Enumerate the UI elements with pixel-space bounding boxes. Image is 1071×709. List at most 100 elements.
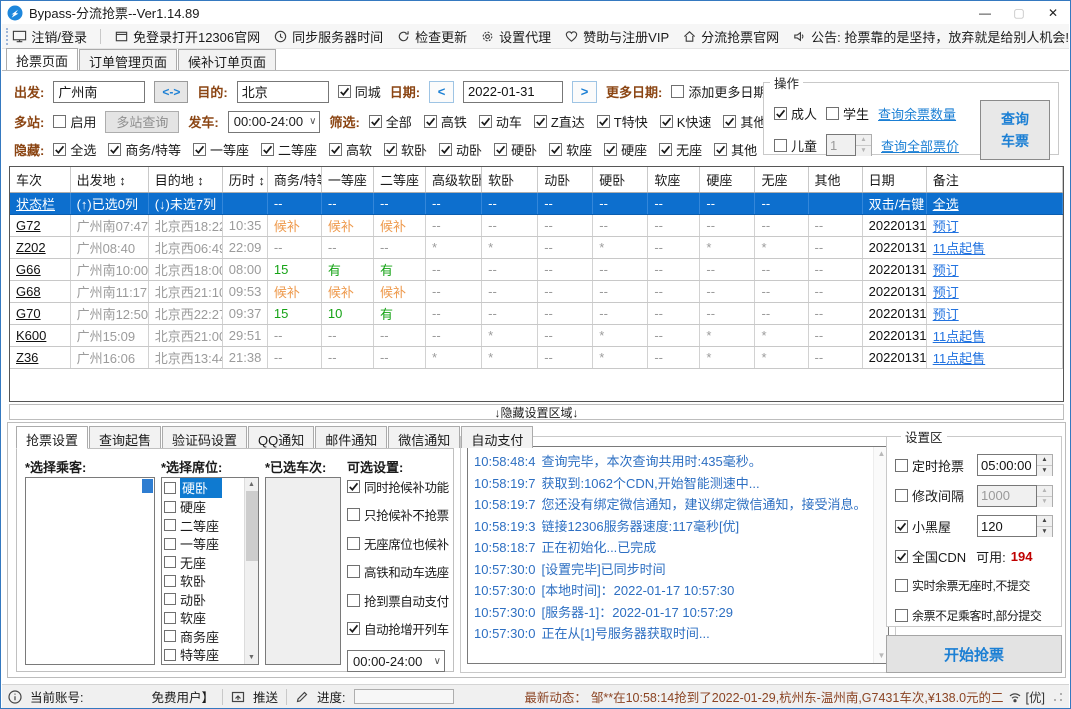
train-row[interactable]: G70 广州南12:50 北京西22:27 09:37 15 10 有 -- -- -- -- -- -… xyxy=(10,302,1063,325)
same-city-checkbox[interactable]: 同城 xyxy=(337,82,381,101)
destination-input[interactable] xyxy=(236,80,329,103)
prev-date-button[interactable]: < xyxy=(429,80,455,103)
main-tab-3[interactable]: 候补订单页面 xyxy=(178,49,277,70)
seat-option-1[interactable]: 硬卧 xyxy=(164,478,244,499)
train-code-link[interactable]: G72 xyxy=(10,214,71,237)
hide-column-checkbox[interactable]: 动卧 xyxy=(439,140,482,159)
column-header[interactable]: 日期 xyxy=(862,167,927,193)
interval-checkbox[interactable]: 修改间隔 xyxy=(895,486,964,505)
column-header[interactable]: 高级软卧 xyxy=(425,167,483,193)
seat-option-10[interactable]: 特等座 xyxy=(164,646,244,665)
settings-tab-3[interactable]: 验证码设置 xyxy=(162,426,248,448)
seat-list[interactable]: 硬卧 硬座 二等座 一等座 无座 软卧 动卧 软座 商务座 特等座 ▲ ▼ xyxy=(161,477,259,665)
status-bar-link[interactable]: 状态栏 xyxy=(10,192,71,215)
column-header[interactable]: 无座 xyxy=(754,167,809,193)
train-type-filter-checkbox[interactable]: K快速 xyxy=(659,112,711,131)
train-row[interactable]: G66 广州南10:00 北京西18:00 08:00 15 有有 -- -- -- -- -- --… xyxy=(10,258,1063,281)
select-all-link[interactable]: 全选 xyxy=(926,192,1063,215)
grab-time-range-select[interactable]: 00:00-24:00 ∨ xyxy=(347,650,445,672)
train-type-filter-checkbox[interactable]: Z直达 xyxy=(533,112,585,131)
main-tab-1[interactable]: 抢票页面 xyxy=(6,48,79,70)
student-checkbox[interactable]: 学生 xyxy=(826,104,869,123)
query-remaining-tickets-link[interactable]: 查询余票数量 xyxy=(878,104,956,123)
spinner-buttons[interactable]: ▲ ▼ xyxy=(856,134,873,156)
query-tickets-button[interactable]: 查询 车票 xyxy=(980,100,1050,160)
close-button[interactable]: ✕ xyxy=(1036,1,1070,24)
toolbar-item-clock[interactable]: 同步服务器时间 xyxy=(273,27,383,46)
hide-column-checkbox[interactable]: 全选 xyxy=(53,140,96,159)
hidden-settings-divider[interactable]: ↓隐藏设置区域↓ xyxy=(9,404,1064,420)
scroll-down-icon[interactable]: ▼ xyxy=(878,649,886,663)
timed-grab-checkbox[interactable]: 定时抢票 xyxy=(895,456,964,475)
depart-input[interactable] xyxy=(53,80,146,103)
blackroom-input[interactable] xyxy=(977,515,1037,537)
spin-down-icon[interactable]: ▼ xyxy=(856,146,872,156)
remark-link[interactable]: 11点起售 xyxy=(926,236,1063,259)
start-grab-button[interactable]: 开始抢票 xyxy=(886,635,1062,673)
option-checkbox-5[interactable]: 抢到票自动支付 xyxy=(347,591,449,610)
train-type-filter-checkbox[interactable]: 全部 xyxy=(368,112,412,131)
train-code-link[interactable]: G68 xyxy=(10,280,71,303)
scroll-down-icon[interactable]: ▼ xyxy=(248,651,255,664)
train-code-link[interactable]: Z36 xyxy=(10,346,71,369)
settings-tab-5[interactable]: 邮件通知 xyxy=(315,426,388,448)
column-header[interactable]: 软卧 xyxy=(481,167,539,193)
column-header[interactable]: 硬卧 xyxy=(592,167,649,193)
scroll-thumb[interactable] xyxy=(245,491,258,561)
partial-submit-checkbox[interactable]: 余票不足乘客时,部分提交 xyxy=(895,607,1042,624)
seat-option-9[interactable]: 商务座 xyxy=(164,627,244,646)
remark-link[interactable]: 预订 xyxy=(926,302,1063,325)
column-header[interactable]: 其他 xyxy=(808,167,863,193)
seat-option-2[interactable]: 硬座 xyxy=(164,498,244,517)
column-header[interactable]: 目的地 ↕ xyxy=(148,167,223,193)
spin-up-icon[interactable]: ▲ xyxy=(856,135,872,146)
settings-tab-6[interactable]: 微信通知 xyxy=(388,426,461,448)
hide-column-checkbox[interactable]: 二等座 xyxy=(261,140,317,159)
column-header[interactable]: 商务/特等 xyxy=(267,167,322,193)
enable-multi-checkbox[interactable]: 启用 xyxy=(53,112,96,131)
push-label[interactable]: 推送 xyxy=(253,687,278,706)
settings-tab-1[interactable]: 抢票设置 xyxy=(16,426,89,449)
spin-down-icon[interactable]: ▼ xyxy=(1037,527,1052,537)
option-checkbox-4[interactable]: 高铁和动车选座 xyxy=(347,562,449,581)
scroll-up-icon[interactable]: ▲ xyxy=(248,478,255,491)
hide-column-checkbox[interactable]: 商务/特等 xyxy=(108,140,181,159)
minimize-button[interactable]: — xyxy=(968,1,1002,24)
spin-up-icon[interactable]: ▲ xyxy=(1037,455,1052,466)
seat-option-3[interactable]: 二等座 xyxy=(164,516,244,535)
multi-station-query-button[interactable]: 多站查询 xyxy=(105,110,180,133)
scroll-up-icon[interactable]: ▲ xyxy=(878,447,886,461)
train-code-link[interactable]: G66 xyxy=(10,258,71,281)
selected-trains-list[interactable] xyxy=(265,477,341,665)
remark-link[interactable]: 11点起售 xyxy=(926,324,1063,347)
train-row[interactable]: Z36 广州16:06 北京西13:44 21:38 -- -- -- * * -- * -- * * --… xyxy=(10,346,1063,369)
train-type-filter-checkbox[interactable]: T特快 xyxy=(596,112,648,131)
next-date-button[interactable]: > xyxy=(572,80,598,103)
cdn-checkbox[interactable]: 全国CDN xyxy=(895,547,966,566)
option-checkbox-3[interactable]: 无座席位也候补 xyxy=(347,534,449,553)
remark-link[interactable]: 11点起售 xyxy=(926,346,1063,369)
blackroom-checkbox[interactable]: 小黑屋 xyxy=(895,517,951,536)
train-code-link[interactable]: K600 xyxy=(10,324,71,347)
output-list[interactable]: 10:58:48:4 查询完毕，本次查询共用时:435毫秒。 10:58:19:7 获… xyxy=(467,446,890,664)
timed-grab-spinner[interactable]: ▲▼ xyxy=(977,454,1053,476)
add-more-dates-checkbox[interactable]: 添加更多日期 xyxy=(671,82,766,101)
seat-option-8[interactable]: 软座 xyxy=(164,609,244,628)
train-type-filter-checkbox[interactable]: 动车 xyxy=(478,112,522,131)
toolbar-item-home[interactable]: 分流抢票官网 xyxy=(682,27,779,46)
timed-grab-time-input[interactable] xyxy=(977,454,1037,476)
column-header[interactable]: 车次 xyxy=(10,167,71,193)
passenger-list[interactable] xyxy=(25,477,155,665)
remark-link[interactable]: 预订 xyxy=(926,280,1063,303)
column-header[interactable]: 二等座 xyxy=(373,167,427,193)
interval-input[interactable] xyxy=(977,484,1037,507)
train-row[interactable]: G72 广州南07:47 北京西18:22 10:35 候补 候补 候补 -- -- -- -- --… xyxy=(10,214,1063,237)
spin-down-icon[interactable]: ▼ xyxy=(1037,496,1052,507)
settings-tab-7[interactable]: 自动支付 xyxy=(461,426,534,448)
settings-tab-4[interactable]: QQ通知 xyxy=(248,426,315,448)
train-type-filter-checkbox[interactable]: 高铁 xyxy=(423,112,467,131)
seat-option-5[interactable]: 无座 xyxy=(164,553,244,572)
child-count-spinner[interactable]: ▲▼ xyxy=(826,134,873,156)
spin-up-icon[interactable]: ▲ xyxy=(1037,485,1052,497)
hide-column-checkbox[interactable]: 高软 xyxy=(329,140,372,159)
